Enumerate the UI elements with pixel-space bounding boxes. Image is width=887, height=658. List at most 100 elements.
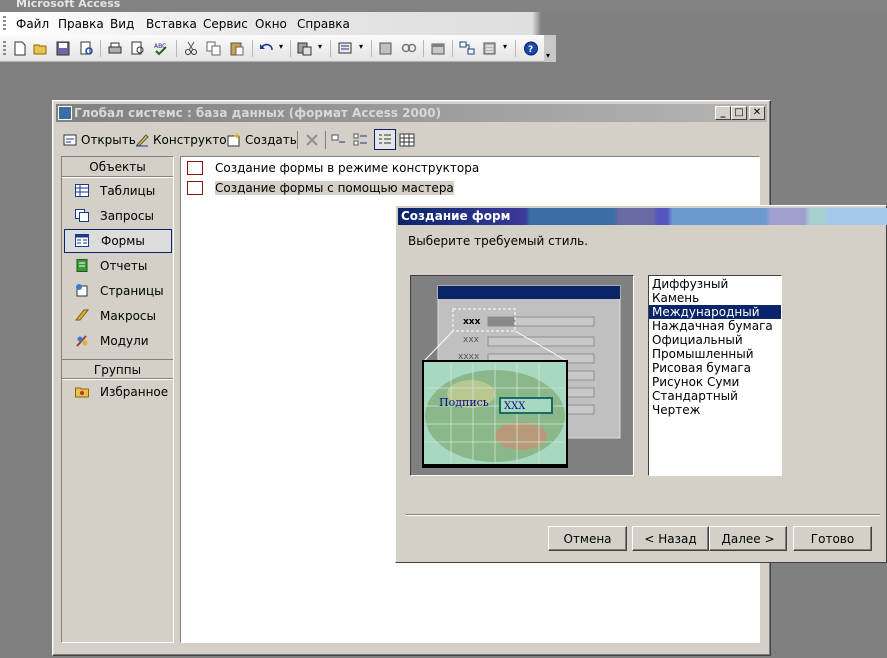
toolbar-separator [100, 40, 101, 57]
app-title-bar: Microsoft Access [0, 0, 887, 12]
relationships-icon[interactable] [459, 41, 475, 56]
page-icon [76, 284, 88, 297]
link-icon[interactable] [401, 41, 417, 56]
new-object-icon[interactable] [482, 41, 498, 56]
database-toolbar: Открыть Конструктор Создать [59, 128, 759, 152]
toolbar-separator [325, 131, 326, 149]
menu-window[interactable]: Окно [255, 17, 287, 31]
code-icon[interactable] [378, 41, 394, 56]
preview-placeholder-2: xxx [463, 335, 480, 345]
menu-grip[interactable] [3, 16, 6, 31]
file-search-icon[interactable] [78, 41, 94, 56]
group-favorites[interactable]: Избранное [64, 380, 172, 404]
style-option-selected[interactable]: Международный [649, 305, 781, 319]
toolbar-options-icon[interactable]: ▾ [544, 35, 556, 62]
list-item-wizard[interactable]: Создание формы с помощью мастера [187, 179, 454, 197]
copy-icon[interactable] [206, 41, 222, 56]
menu-edit[interactable]: Правка [58, 17, 104, 31]
print-preview-icon[interactable] [130, 41, 146, 56]
create-button[interactable]: Создать [227, 132, 297, 148]
style-option[interactable]: Рисунок Суми [649, 375, 781, 389]
cut-icon[interactable] [183, 41, 199, 56]
spelling-icon[interactable]: ABC [153, 41, 169, 56]
toolbar-grip[interactable] [3, 41, 6, 56]
objects-header[interactable]: Объекты [62, 157, 173, 177]
new-object-dropdown-icon[interactable]: ▾ [503, 42, 507, 51]
preview-placeholder-1: xxx [463, 317, 481, 327]
open-folder-icon[interactable] [33, 41, 49, 56]
dialog-separator [406, 514, 880, 516]
office-links-icon[interactable] [297, 41, 313, 56]
toolbar-empty-area [556, 35, 887, 62]
menu-tools[interactable]: Сервис [203, 17, 248, 31]
menu-bar: Файл Правка Вид Вставка Сервис Окно Спра… [0, 12, 887, 35]
form-design-icon [187, 161, 203, 175]
small-icons-icon[interactable] [353, 132, 369, 148]
object-forms[interactable]: Формы [64, 229, 172, 253]
create-icon [227, 133, 240, 147]
delete-icon[interactable] [305, 133, 319, 147]
toolbar-separator [290, 40, 291, 57]
close-button[interactable]: ✕ [749, 106, 765, 120]
object-pages[interactable]: Страницы [64, 279, 172, 303]
form-wizard-icon [187, 181, 203, 195]
analyze-dropdown-icon[interactable]: ▾ [359, 42, 363, 51]
undo-icon[interactable] [258, 41, 274, 56]
menu-file[interactable]: Файл [16, 17, 49, 31]
app-title: Microsoft Access [16, 0, 121, 10]
toolbar-separator [252, 40, 253, 57]
dialog-title: Создание форм [401, 209, 511, 223]
save-icon[interactable] [55, 41, 71, 56]
style-option[interactable]: Промышленный [649, 347, 781, 361]
minimize-button[interactable]: _ [715, 106, 731, 120]
object-modules[interactable]: Модули [64, 329, 172, 353]
details-view-icon[interactable] [399, 132, 415, 148]
design-button[interactable]: Конструктор [135, 132, 234, 148]
menu-view[interactable]: Вид [110, 17, 134, 31]
undo-dropdown-icon[interactable]: ▾ [279, 42, 283, 51]
office-links-dropdown-icon[interactable]: ▾ [318, 42, 322, 51]
large-icons-icon[interactable] [331, 132, 347, 148]
style-option[interactable]: Официальный [649, 333, 781, 347]
new-file-icon[interactable] [12, 41, 28, 56]
style-option[interactable]: Стандартный [649, 389, 781, 403]
module-icon [76, 335, 88, 347]
open-button[interactable]: Открыть [63, 132, 136, 148]
style-option[interactable]: Камень [649, 291, 781, 305]
print-icon[interactable] [107, 41, 123, 56]
style-listbox[interactable]: Диффузный Камень Международный Наждачная… [648, 275, 782, 476]
menu-insert[interactable]: Вставка [146, 17, 197, 31]
next-button[interactable]: Далее > [709, 526, 787, 551]
dialog-titlebar[interactable]: Создание форм [398, 208, 887, 225]
style-option[interactable]: Рисовая бумага [649, 361, 781, 375]
list-view-button[interactable] [374, 129, 396, 150]
list-view-icon [379, 134, 391, 144]
paste-icon[interactable] [229, 41, 245, 56]
design-icon [136, 134, 149, 147]
properties-icon[interactable] [430, 41, 446, 56]
style-option[interactable]: Диффузный [649, 277, 781, 291]
finish-button[interactable]: Готово [793, 526, 872, 551]
object-macros[interactable]: Макросы [64, 304, 172, 328]
table-icon [75, 184, 89, 197]
database-window-title: Глобал системс : база данных (формат Acc… [74, 106, 442, 120]
back-button[interactable]: < Назад [632, 526, 709, 551]
object-reports[interactable]: Отчеты [64, 254, 172, 278]
analyze-icon[interactable] [338, 41, 354, 56]
toolbar-separator [452, 40, 453, 57]
toolbar-separator [423, 40, 424, 57]
groups-header[interactable]: Группы [62, 359, 173, 379]
help-icon[interactable]: ? [523, 41, 539, 56]
database-window-titlebar[interactable]: Глобал системс : база данных (формат Acc… [56, 104, 767, 122]
cancel-button[interactable]: Отмена [548, 526, 627, 551]
style-option[interactable]: Наждачная бумага [649, 319, 781, 333]
list-item-design-view[interactable]: Создание формы в режиме конструктора [187, 159, 479, 177]
style-option[interactable]: Чертеж [649, 403, 781, 417]
dialog-instruction: Выберите требуемый стиль. [408, 234, 589, 248]
macro-icon [75, 309, 89, 321]
maximize-button[interactable]: □ [731, 106, 747, 120]
style-preview: xxx xxx xxxx Подпись XXX [410, 275, 634, 476]
menu-help[interactable]: Справка [297, 17, 350, 31]
object-queries[interactable]: Запросы [64, 204, 172, 228]
object-tables[interactable]: Таблицы [64, 179, 172, 203]
